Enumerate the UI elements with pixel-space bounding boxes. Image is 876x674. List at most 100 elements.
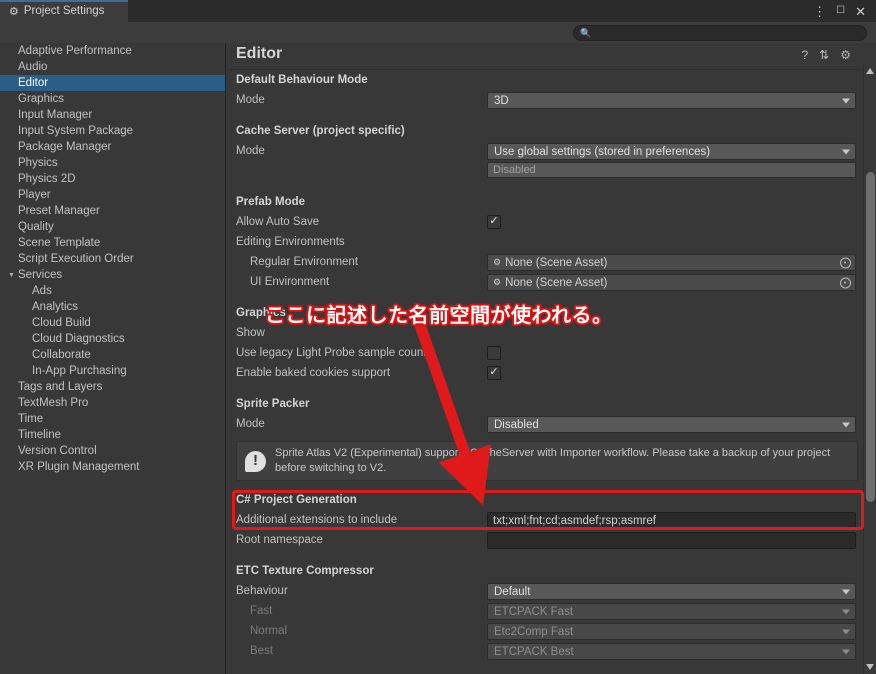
sidebar-item-analytics[interactable]: Analytics xyxy=(0,299,225,315)
baked-cookies-checkbox[interactable]: ✓ xyxy=(487,366,501,380)
sidebar-item-ads[interactable]: Ads xyxy=(0,283,225,299)
sidebar-item-label: Version Control xyxy=(18,445,97,457)
scroll-up-icon[interactable] xyxy=(866,68,874,74)
additional-extensions-input[interactable]: txt;xml;fnt;cd;asmdef;rsp;asmref xyxy=(487,512,856,529)
project-settings-window: ⚙ Project Settings ⋮ ☐ ✕ 🔍 Adaptive Perf… xyxy=(0,0,876,674)
default-behaviour-mode-dropdown[interactable]: 3D xyxy=(487,92,856,109)
ui-environment-object-field[interactable]: ⚙ None (Scene Asset) xyxy=(487,274,856,291)
ui-environment-control: ⚙ None (Scene Asset) xyxy=(487,274,856,291)
legacy-light-probe-checkbox[interactable] xyxy=(487,346,501,360)
sidebar-item-label: Timeline xyxy=(18,429,62,441)
field-label: Editing Environments xyxy=(236,236,345,248)
sidebar-item-label: Editor xyxy=(18,77,49,89)
sidebar-item-physics[interactable]: Physics xyxy=(0,155,225,171)
sidebar-item-textmesh-pro[interactable]: TextMesh Pro xyxy=(0,395,225,411)
chevron-down-icon xyxy=(842,589,850,594)
chevron-down-icon xyxy=(842,98,850,103)
sidebar-item-audio[interactable]: Audio xyxy=(0,59,225,75)
window-title-bar: ⚙ Project Settings ⋮ ☐ ✕ xyxy=(0,0,876,22)
sidebar-item-in-app-purchasing[interactable]: In-App Purchasing xyxy=(0,363,225,379)
section-title: Sprite Packer xyxy=(236,398,310,410)
section-etc-header: ETC Texture Compressor xyxy=(227,562,876,582)
sidebar-item-preset-manager[interactable]: Preset Manager xyxy=(0,203,225,219)
chevron-down-icon[interactable]: ▼ xyxy=(8,272,15,279)
sidebar-item-input-system-package[interactable]: Input System Package xyxy=(0,123,225,139)
section-title: Prefab Mode xyxy=(236,196,306,208)
regular-environment-object-field[interactable]: ⚙ None (Scene Asset) xyxy=(487,254,856,271)
sidebar-item-editor[interactable]: Editor xyxy=(0,75,225,91)
preset-icon[interactable]: ⇅ xyxy=(819,49,829,61)
root-namespace-input[interactable] xyxy=(487,532,856,549)
sidebar-item-label: Input System Package xyxy=(18,125,134,137)
section-title: Default Behaviour Mode xyxy=(236,74,368,86)
sidebar-item-script-execution-order[interactable]: Script Execution Order xyxy=(0,251,225,267)
etc-behaviour-dropdown[interactable]: Default xyxy=(487,583,856,600)
tab-project-settings[interactable]: ⚙ Project Settings xyxy=(0,0,128,22)
row-etc-fast: Fast ETCPACK Fast xyxy=(227,602,876,622)
sidebar-item-time[interactable]: Time xyxy=(0,411,225,427)
sidebar-item-player[interactable]: Player xyxy=(0,187,225,203)
sidebar-item-label: Adaptive Performance xyxy=(18,45,132,57)
close-icon[interactable]: ✕ xyxy=(855,5,866,18)
row-graphics-show: Show xyxy=(227,324,876,344)
sidebar-item-quality[interactable]: Quality xyxy=(0,219,225,235)
etc-best-dropdown: ETCPACK Best xyxy=(487,643,856,660)
settings-sidebar[interactable]: Adaptive Performance Audio Editor Graphics I… xyxy=(0,43,226,674)
search-input[interactable] xyxy=(595,26,856,40)
etc-normal-control: Etc2Comp Fast xyxy=(487,623,856,640)
sidebar-item-adaptive-performance[interactable]: Adaptive Performance xyxy=(0,43,225,59)
more-options-icon[interactable]: ⋮ xyxy=(813,5,826,18)
field-label: Regular Environment xyxy=(250,256,359,268)
main-scrollbar[interactable] xyxy=(863,64,876,674)
sidebar-item-graphics[interactable]: Graphics xyxy=(0,91,225,107)
sidebar-item-cloud-diagnostics[interactable]: Cloud Diagnostics xyxy=(0,331,225,347)
sidebar-item-version-control[interactable]: Version Control xyxy=(0,443,225,459)
row-etc-behaviour: Behaviour Default xyxy=(227,582,876,602)
sidebar-item-scene-template[interactable]: Scene Template xyxy=(0,235,225,251)
info-text: Sprite Atlas V2 (Experimental) supports … xyxy=(275,447,831,474)
row-etc-best: Best ETCPACK Best xyxy=(227,642,876,662)
sidebar-item-tags-and-layers[interactable]: Tags and Layers xyxy=(0,379,225,395)
sidebar-item-physics-2d[interactable]: Physics 2D xyxy=(0,171,225,187)
sidebar-item-label: Player xyxy=(18,189,51,201)
sidebar-item-package-manager[interactable]: Package Manager xyxy=(0,139,225,155)
field-label: Mode xyxy=(236,145,265,157)
section-prefab-mode-header: Prefab Mode xyxy=(227,193,876,213)
sidebar-item-label: Input Manager xyxy=(18,109,93,121)
scroll-down-icon[interactable] xyxy=(866,664,874,670)
object-picker-icon[interactable] xyxy=(840,277,851,288)
sprite-packer-mode-dropdown[interactable]: Disabled xyxy=(487,416,856,433)
sidebar-item-label: Scene Template xyxy=(18,237,101,249)
dropdown-value: ETCPACK Best xyxy=(494,645,574,658)
chevron-down-icon xyxy=(842,629,850,634)
object-field-value: None (Scene Asset) xyxy=(505,256,608,269)
sidebar-item-label: Cloud Diagnostics xyxy=(32,333,125,345)
sidebar-item-label: Analytics xyxy=(32,301,79,313)
allow-auto-save-checkbox[interactable]: ✓ xyxy=(487,215,501,229)
scene-asset-icon: ⚙ xyxy=(493,277,502,287)
help-icon[interactable]: ? xyxy=(801,49,808,61)
sidebar-item-label: Cloud Build xyxy=(32,317,91,329)
dropdown-value: Disabled xyxy=(494,418,539,431)
search-box[interactable]: 🔍 xyxy=(573,25,867,41)
gear-icon[interactable]: ⚙ xyxy=(840,49,851,61)
scrollbar-thumb[interactable] xyxy=(866,172,875,502)
sidebar-item-input-manager[interactable]: Input Manager xyxy=(0,107,225,123)
sidebar-item-timeline[interactable]: Timeline xyxy=(0,427,225,443)
sidebar-item-cloud-build[interactable]: Cloud Build xyxy=(0,315,225,331)
dropdown-value: 3D xyxy=(494,94,509,107)
sidebar-item-services[interactable]: ▼ Services xyxy=(0,267,225,283)
cache-server-mode-dropdown[interactable]: Use global settings (stored in preferenc… xyxy=(487,143,856,160)
sidebar-item-label: Physics 2D xyxy=(18,173,76,185)
maximize-icon[interactable]: ☐ xyxy=(836,6,845,16)
row-regular-environment: Regular Environment ⚙ None (Scene Asset) xyxy=(227,253,876,273)
check-icon: ✓ xyxy=(489,366,499,378)
sidebar-item-label: Collaborate xyxy=(32,349,91,361)
object-picker-icon[interactable] xyxy=(840,257,851,268)
sidebar-item-xr-plugin-management[interactable]: XR Plugin Management xyxy=(0,459,225,475)
sidebar-item-collaborate[interactable]: Collaborate xyxy=(0,347,225,363)
gear-icon: ⚙ xyxy=(9,5,19,18)
